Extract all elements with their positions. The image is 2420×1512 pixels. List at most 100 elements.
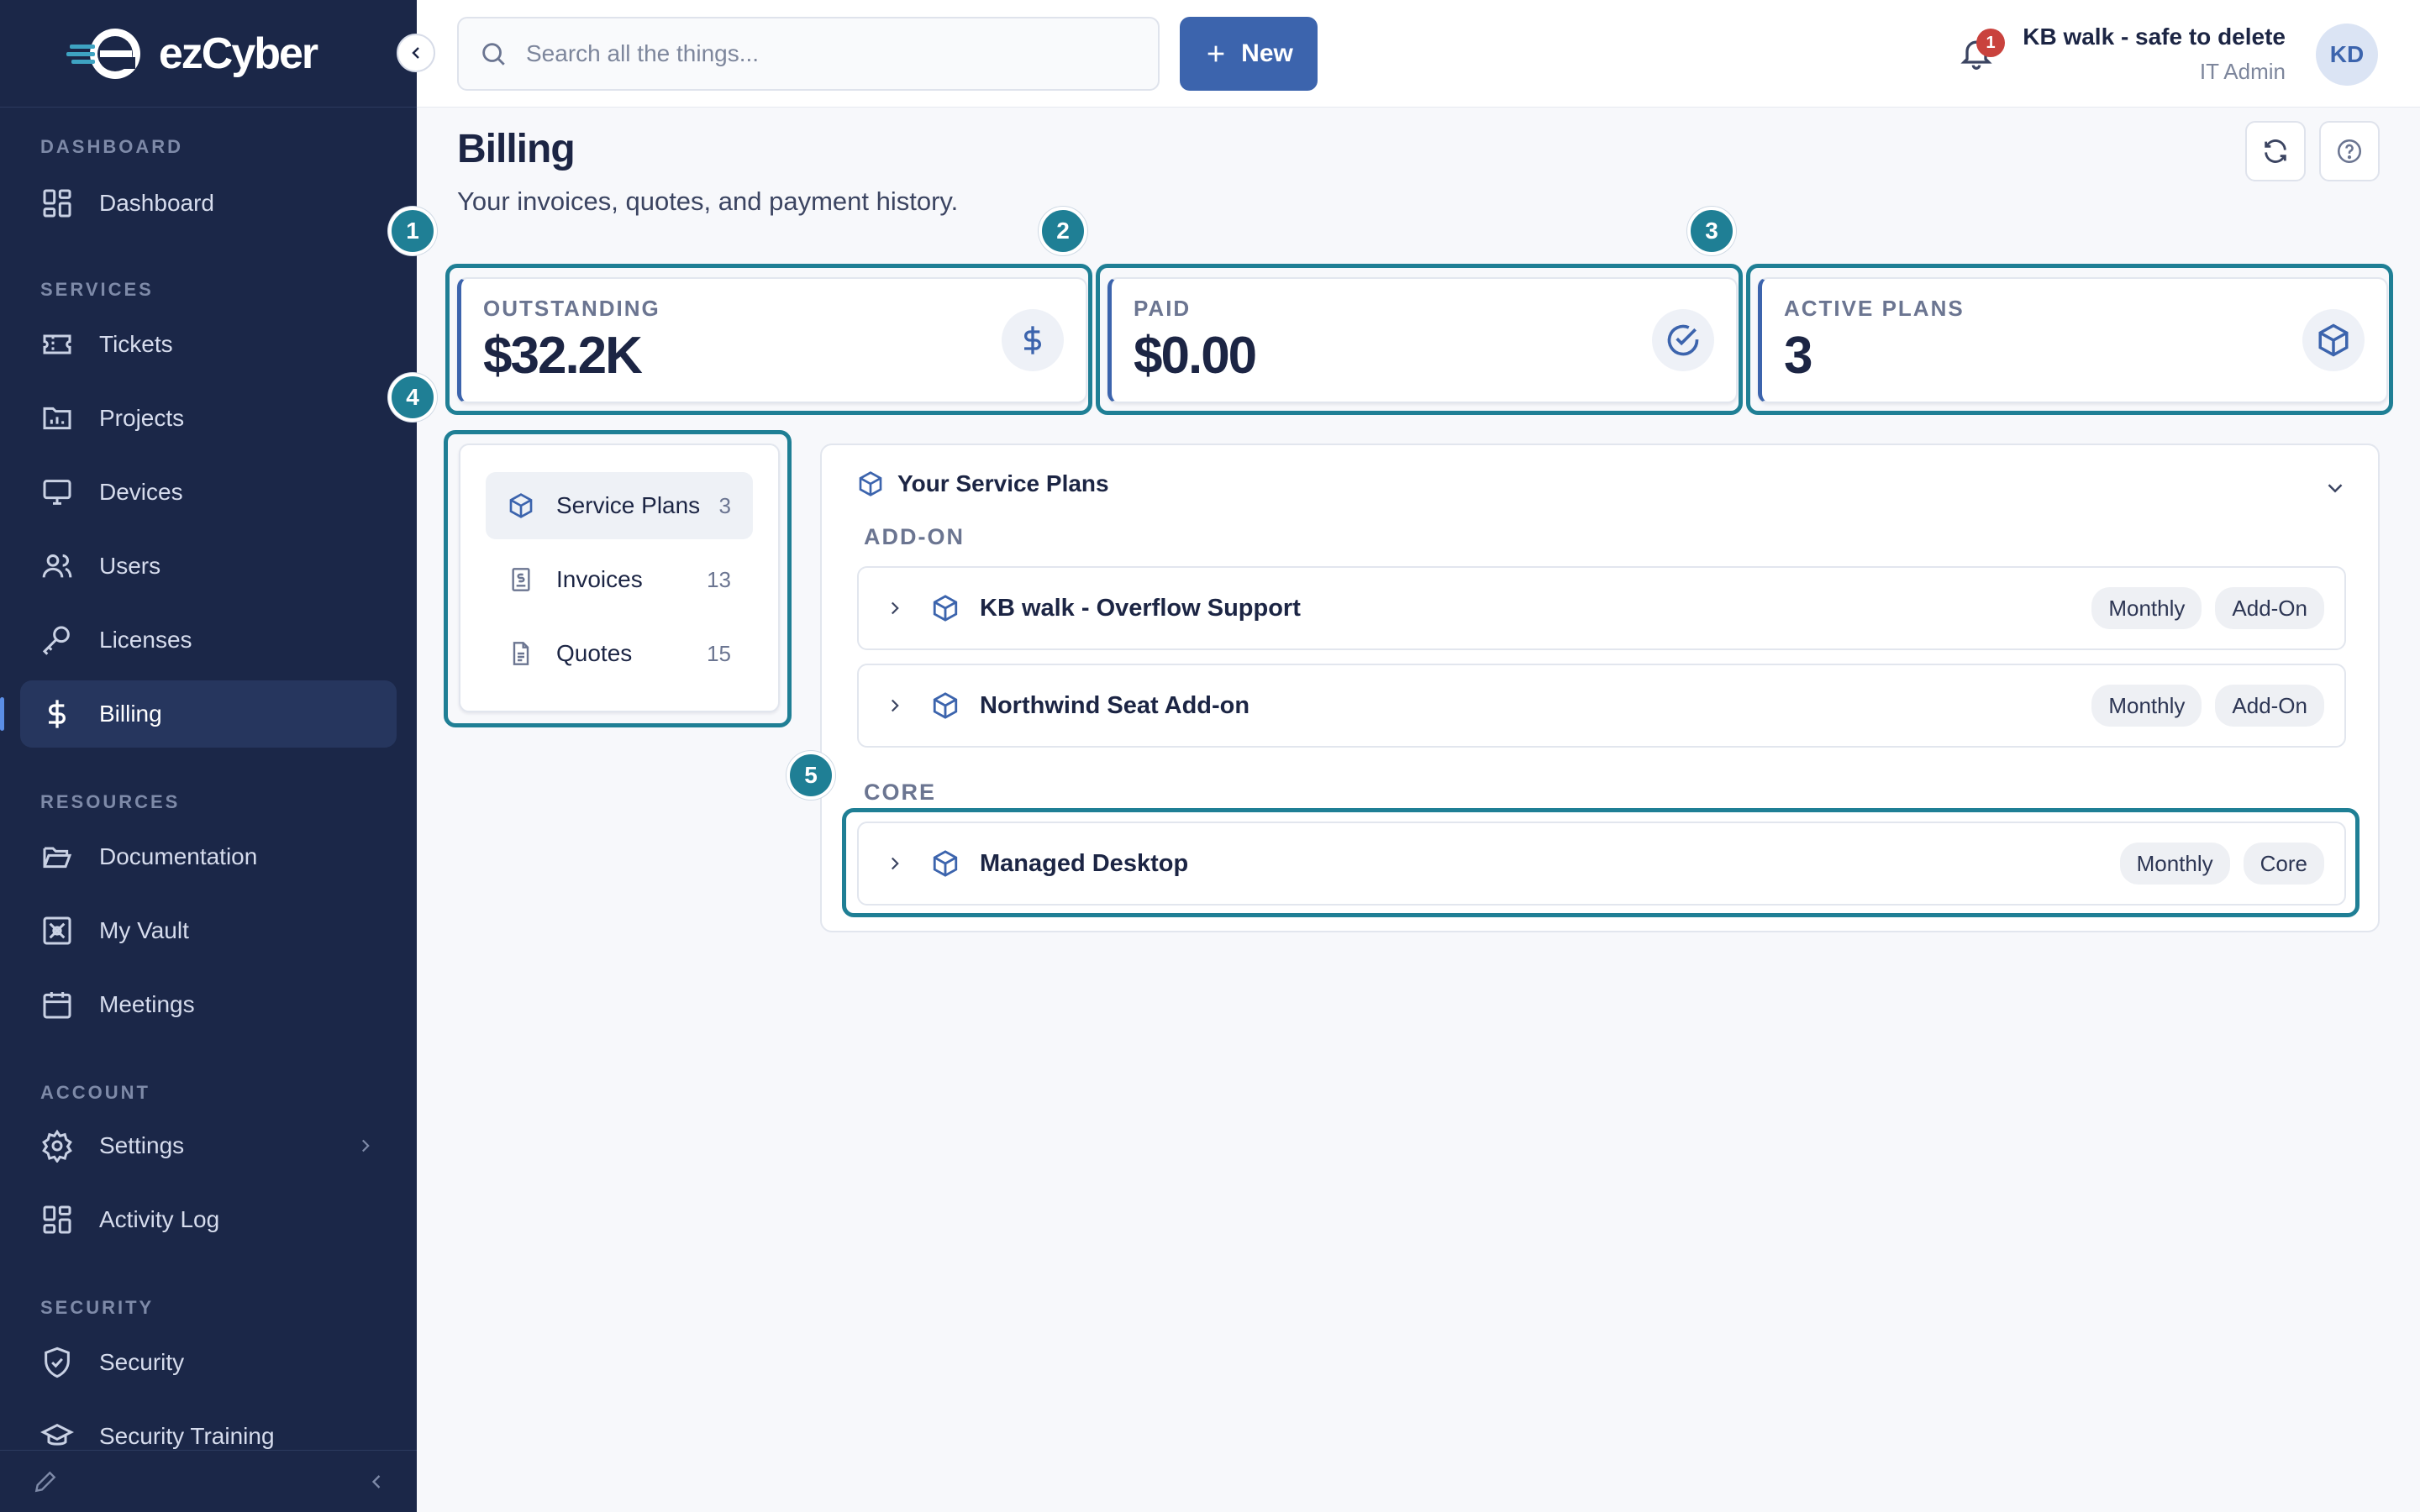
tab-invoices[interactable]: Invoices 13 bbox=[486, 546, 753, 613]
sidebar-item-dashboard[interactable]: Dashboard bbox=[20, 170, 397, 237]
pencil-icon[interactable] bbox=[32, 1468, 59, 1495]
stat-value: 3 bbox=[1784, 327, 1813, 385]
sidebar-item-label: Users bbox=[99, 553, 161, 579]
sidebar-item-settings[interactable]: Settings bbox=[20, 1112, 397, 1179]
chevron-right-icon[interactable] bbox=[884, 853, 906, 874]
sidebar-item-licenses[interactable]: Licenses bbox=[20, 606, 397, 674]
sidebar-item-label: Security Training bbox=[99, 1423, 275, 1449]
tab-service-plans[interactable]: Service Plans 3 bbox=[486, 472, 753, 539]
nav-section-security: SECURITY bbox=[40, 1297, 155, 1318]
sidebar-item-tickets[interactable]: Tickets bbox=[20, 311, 397, 378]
help-icon bbox=[2337, 139, 2362, 164]
sidebar-item-label: Settings bbox=[99, 1132, 185, 1158]
folder-chart-icon bbox=[43, 407, 71, 430]
chevron-right-icon[interactable] bbox=[884, 695, 906, 717]
activity-grid-icon bbox=[43, 1205, 71, 1234]
panel-title-text: Your Service Plans bbox=[897, 470, 1109, 496]
sidebar-item-label: Dashboard bbox=[99, 190, 214, 216]
stat-label: ACTIVE PLANS bbox=[1784, 296, 1965, 321]
chevron-right-icon[interactable] bbox=[884, 597, 906, 619]
sidebar-item-label: Tickets bbox=[99, 331, 173, 357]
tab-count: 3 bbox=[718, 492, 731, 518]
tab-count: 15 bbox=[707, 640, 731, 666]
help-button[interactable] bbox=[2319, 121, 2380, 181]
service-plans-panel: Your Service Plans ADD-ON KB walk - Over… bbox=[820, 444, 2380, 932]
annotation-badge-5: 5 bbox=[786, 751, 835, 800]
avatar[interactable]: KD bbox=[2316, 24, 2378, 86]
tab-count: 13 bbox=[707, 566, 731, 592]
user-name[interactable]: KB walk - safe to delete bbox=[2023, 24, 2286, 50]
stat-value: $32.2K bbox=[483, 327, 643, 385]
plus-icon bbox=[1207, 45, 1224, 62]
stat-card-outstanding: OUTSTANDING $32.2K bbox=[457, 277, 1087, 403]
sidebar-collapse-button[interactable] bbox=[397, 34, 435, 72]
calendar-icon bbox=[43, 992, 71, 1019]
plan-row[interactable]: KB walk - Overflow Support Monthly Add-O… bbox=[857, 566, 2346, 650]
cube-icon bbox=[2302, 309, 2365, 371]
plan-row[interactable]: Northwind Seat Add-on Monthly Add-On bbox=[857, 664, 2346, 748]
sidebar-item-label: Projects bbox=[99, 405, 185, 431]
invoice-icon bbox=[512, 568, 530, 591]
dollar-icon bbox=[1002, 309, 1064, 371]
monitor-icon bbox=[43, 480, 71, 505]
check-circle-icon bbox=[1652, 309, 1714, 371]
plan-name: Northwind Seat Add-on bbox=[980, 691, 1250, 719]
dollar-icon bbox=[49, 700, 66, 728]
graduation-cap-icon bbox=[40, 1423, 74, 1446]
sidebar-item-vault[interactable]: My Vault bbox=[20, 897, 397, 964]
cube-icon bbox=[859, 471, 882, 496]
cube-icon bbox=[933, 850, 958, 877]
sidebar-item-label: Security bbox=[99, 1349, 185, 1375]
topbar: New 1 KB walk - safe to delete IT Admin … bbox=[417, 0, 2420, 108]
sidebar-item-activity-log[interactable]: Activity Log bbox=[20, 1186, 397, 1253]
gear-icon bbox=[42, 1129, 72, 1163]
new-button-label: New bbox=[1241, 39, 1293, 67]
sidebar-item-projects[interactable]: Projects bbox=[20, 385, 397, 452]
document-icon bbox=[513, 642, 529, 665]
sidebar-item-meetings[interactable]: Meetings bbox=[20, 971, 397, 1038]
tab-quotes[interactable]: Quotes 15 bbox=[486, 620, 753, 687]
group-label-add-on: ADD-ON bbox=[864, 524, 965, 549]
plan-name: Managed Desktop bbox=[980, 849, 1189, 877]
key-icon bbox=[42, 626, 70, 655]
sidebar-item-billing[interactable]: Billing bbox=[0, 680, 397, 748]
sidebar-item-devices[interactable]: Devices bbox=[20, 459, 397, 526]
group-label-core: CORE bbox=[864, 780, 937, 805]
refresh-icon bbox=[2265, 139, 2286, 163]
new-button[interactable]: New bbox=[1180, 17, 1318, 91]
tab-label: Quotes bbox=[556, 640, 633, 666]
sidebar-item-users[interactable]: Users bbox=[20, 533, 397, 600]
sidebar-item-label: Meetings bbox=[99, 991, 195, 1017]
plan-name: KB walk - Overflow Support bbox=[980, 594, 1301, 622]
search-input[interactable] bbox=[526, 40, 1114, 67]
plan-tags: Monthly Add-On bbox=[2091, 587, 2324, 629]
tab-label: Service Plans bbox=[556, 492, 701, 518]
sidebar-item-documentation[interactable]: Documentation bbox=[20, 823, 397, 890]
sidebar-item-label: Activity Log bbox=[99, 1206, 220, 1232]
brand-name: ezCyber bbox=[158, 29, 318, 78]
brand-logo[interactable]: ezCyber bbox=[0, 0, 417, 108]
shield-check-icon bbox=[45, 1347, 70, 1378]
nav-section-account: ACCOUNT bbox=[40, 1082, 150, 1103]
page-subtitle: Your invoices, quotes, and payment histo… bbox=[457, 186, 959, 216]
dashboard-icon bbox=[43, 189, 71, 218]
panel-title[interactable]: Your Service Plans bbox=[857, 470, 1109, 497]
annotation-badge-4: 4 bbox=[388, 373, 437, 422]
plan-row[interactable]: Managed Desktop Monthly Core bbox=[857, 822, 2346, 906]
stat-label: PAID bbox=[1134, 296, 1192, 321]
stat-label: OUTSTANDING bbox=[483, 296, 660, 321]
chevron-down-icon[interactable] bbox=[2323, 475, 2348, 501]
sidebar-item-label: Documentation bbox=[99, 843, 258, 869]
plan-type-tag: Add-On bbox=[2215, 587, 2324, 629]
search-box[interactable] bbox=[457, 17, 1160, 91]
plan-type-tag: Core bbox=[2243, 843, 2324, 885]
billing-tabs: Service Plans 3 Invoices 13 Quotes 15 bbox=[459, 444, 780, 712]
sidebar-item-label: My Vault bbox=[99, 917, 189, 943]
annotation-badge-2: 2 bbox=[1039, 207, 1087, 255]
cube-icon bbox=[933, 595, 958, 622]
chevron-right-icon bbox=[361, 1139, 370, 1152]
page-title: Billing bbox=[457, 127, 576, 171]
refresh-button[interactable] bbox=[2245, 121, 2306, 181]
sidebar-item-security[interactable]: Security bbox=[20, 1329, 397, 1396]
chevron-left-icon[interactable] bbox=[365, 1470, 388, 1494]
